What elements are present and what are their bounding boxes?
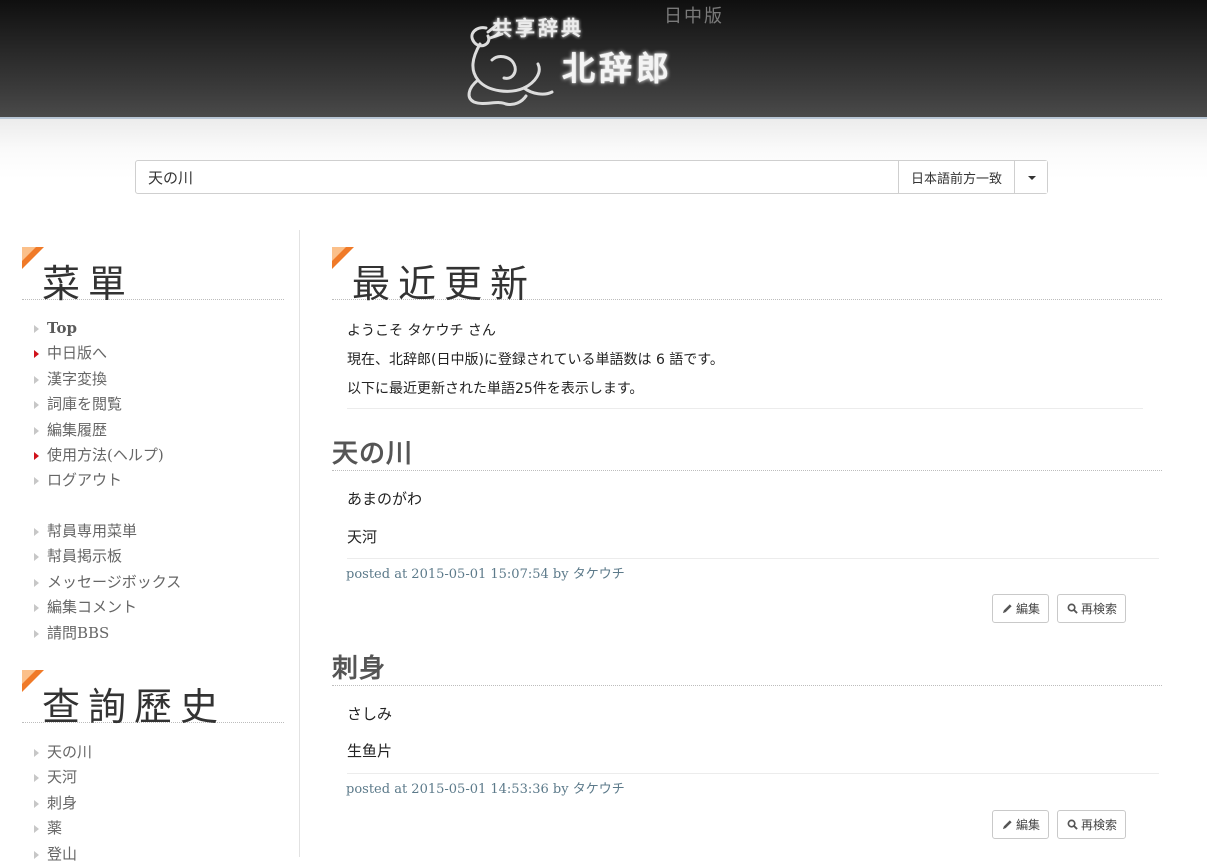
entry-meaning: 生鱼片 [347,742,393,760]
history-item[interactable]: 薬 [33,816,92,841]
history-section-heading: 查詢歷史 [22,670,284,729]
edit-button[interactable]: 編集 [992,594,1050,623]
sidebar-item-top[interactable]: Top [33,316,164,341]
sidebar-item-edit-comment[interactable]: 編集コメント [33,595,181,620]
welcome-text: ようこそ タケウチ さん [347,323,496,339]
divider [347,408,1143,409]
logo-subtitle: 共享辞典 [492,16,584,40]
word-count-text: 現在、北辞郎(日中版)に登録されている単語数は 6 語です。 [347,352,724,368]
entry-word[interactable]: 刺身 [332,648,386,685]
sidebar-item-question-bbs[interactable]: 請問BBS [33,621,181,646]
edit-button-label: 編集 [1016,602,1041,616]
entry-heading: 天の川 [332,437,1162,471]
sidebar-item-help[interactable]: 使用方法(ヘルプ) [33,443,164,468]
pencil-icon [1002,820,1012,830]
corner-accent-inner [22,670,36,684]
divider [347,773,1159,774]
entry-posted-info: posted at 2015-05-01 14:53:36 by タケウチ [346,782,625,797]
history-item[interactable]: 天河 [33,765,92,790]
history-item[interactable]: 刺身 [33,791,92,816]
search-bar: 日本語前方一致 [135,160,1048,194]
sidebar-divider [299,230,300,857]
site-header: 共享辞典 北辞郎 日中版 [0,0,1207,119]
search-mode-dropdown-toggle[interactable] [1014,161,1047,193]
divider [347,558,1159,559]
entry-meaning: 天河 [347,528,378,546]
sidebar-item-chinese-japanese[interactable]: 中日版へ [33,341,164,366]
site-logo[interactable]: 共享辞典 北辞郎 日中版 [458,6,738,108]
entry-heading: 刺身 [332,652,1162,686]
sidebar-item-logout[interactable]: ログアウト [33,468,164,493]
research-button[interactable]: 再検索 [1057,594,1127,623]
edit-button-label: 編集 [1016,818,1041,832]
sidebar-menu: Top 中日版へ 漢字変換 詞庫を閲覧 編集履歴 使用方法(ヘルプ) ログアウト [33,316,164,494]
search-input[interactable] [136,161,898,193]
sidebar-item-member-board[interactable]: 幇員掲示板 [33,544,181,569]
history-title: 查詢歷史 [42,685,227,729]
sidebar-item-browse[interactable]: 詞庫を閲覧 [33,392,164,417]
entry-word[interactable]: 天の川 [332,433,413,470]
menu-title: 菜單 [42,262,135,306]
recent-updates-heading: 最近更新 [332,247,1162,306]
pencil-icon [1002,604,1012,614]
research-button-label: 再検索 [1081,818,1118,832]
research-button[interactable]: 再検索 [1057,810,1127,839]
sidebar-item-message-box[interactable]: メッセージボックス [33,570,181,595]
edit-button[interactable]: 編集 [992,810,1050,839]
search-icon [1067,819,1078,830]
corner-accent-inner [22,247,36,261]
search-history-list: 天の川 天河 刺身 薬 登山 [33,740,92,867]
corner-accent-inner [332,247,346,261]
search-mode-button[interactable]: 日本語前方一致 [897,161,1014,193]
sidebar-member-menu: 幇員専用菜単 幇員掲示板 メッセージボックス 編集コメント 請問BBS [33,519,181,646]
sidebar-item-member-menu[interactable]: 幇員専用菜単 [33,519,181,544]
history-item[interactable]: 天の川 [33,740,92,765]
entry-posted-info: posted at 2015-05-01 15:07:54 by タケウチ [346,567,625,582]
entry-reading: さしみ [347,705,393,723]
sidebar-item-edit-history[interactable]: 編集履歴 [33,418,164,443]
logo-title: 北辞郎 [562,49,673,88]
recent-info-text: 以下に最近更新された単語25件を表示します。 [347,381,644,397]
sidebar-item-kanji-convert[interactable]: 漢字変換 [33,367,164,392]
entry-reading: あまのがわ [347,490,423,508]
research-button-label: 再検索 [1081,602,1118,616]
edition-label: 日中版 [664,6,724,27]
search-icon [1067,603,1078,614]
main-title: 最近更新 [352,262,537,306]
history-item[interactable]: 登山 [33,842,92,867]
menu-section-heading: 菜單 [22,247,284,306]
